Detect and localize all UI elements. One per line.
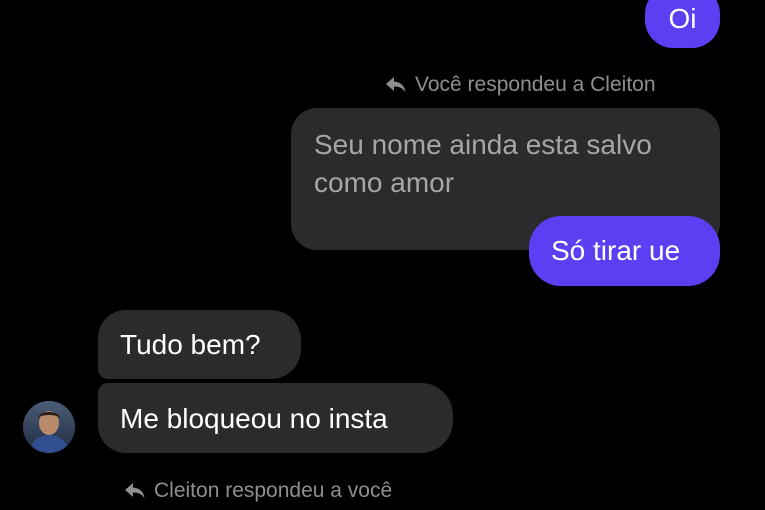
received-message-bubble-1[interactable]: Tudo bem? — [98, 310, 301, 379]
sent-message-bubble-oi[interactable]: Oi — [645, 0, 720, 48]
reply-context-label: Cleiton respondeu a você — [154, 479, 393, 502]
reply-context-note-you: Você respondeu a Cleiton — [386, 72, 656, 98]
message-text: Só tirar ue — [551, 235, 681, 266]
sent-message-bubble-reply[interactable]: Só tirar ue — [529, 216, 720, 286]
reply-arrow-icon — [386, 77, 406, 92]
message-text: Tudo bem? — [120, 329, 261, 360]
received-message-bubble-2[interactable]: Me bloqueou no insta — [98, 383, 453, 453]
reply-context-note-contact: Cleiton respondeu a você — [125, 478, 392, 504]
contact-avatar[interactable] — [23, 401, 75, 453]
message-text: Me bloqueou no insta — [120, 403, 388, 434]
quoted-message-text: Seu nome ainda esta salvo como amor — [314, 129, 652, 198]
avatar-image — [23, 401, 75, 453]
message-text: Oi — [668, 3, 697, 34]
reply-arrow-icon — [125, 483, 145, 498]
reply-context-label: Você respondeu a Cleiton — [415, 73, 656, 96]
